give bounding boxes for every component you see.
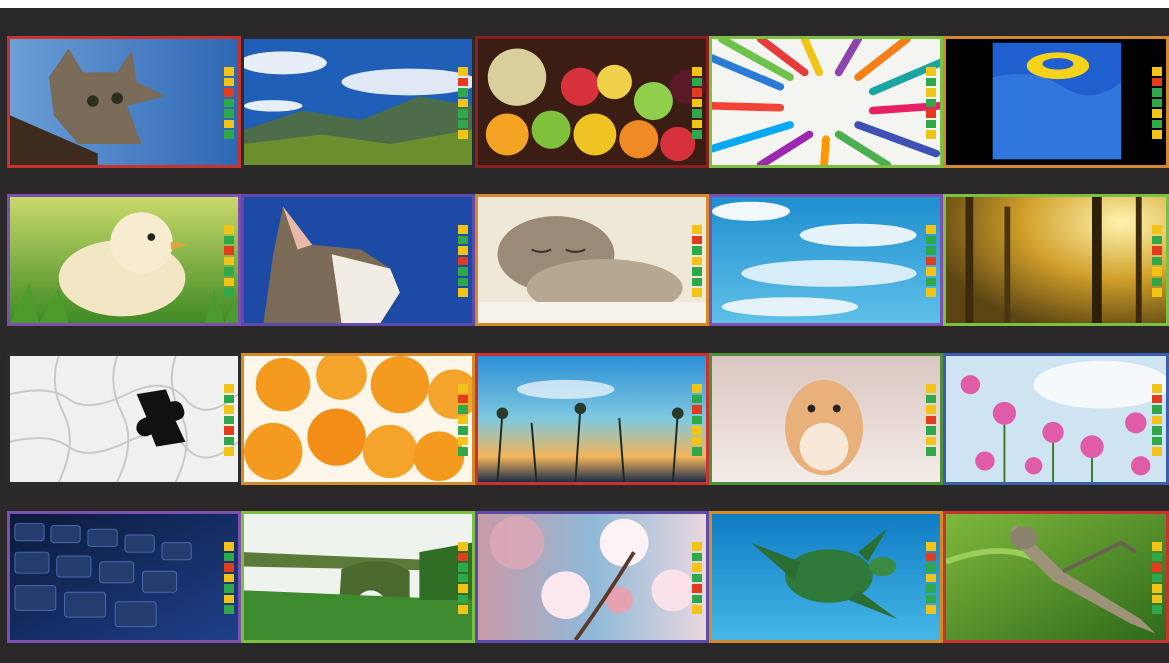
video-wall [0, 8, 1169, 663]
pencil-heart-image [712, 39, 940, 165]
grasshopper-image [946, 514, 1166, 640]
mountain-sky-image [244, 39, 472, 165]
level-meter [926, 225, 936, 298]
sunset-flowers-image [478, 356, 706, 482]
level-meter [1152, 384, 1162, 457]
tile-fruit-basket[interactable] [475, 36, 709, 168]
tile-cosmos-flowers[interactable] [943, 353, 1169, 485]
tile-keyboard[interactable] [7, 511, 241, 643]
tile-forest-sunlight[interactable] [943, 194, 1169, 326]
level-meter [224, 225, 234, 298]
level-meter [692, 225, 702, 298]
level-meter [458, 225, 468, 298]
tabby-cat-image [244, 197, 472, 323]
tile-blue-sky-clouds[interactable] [709, 194, 943, 326]
pool-float-image [946, 39, 1166, 165]
level-meter [692, 384, 702, 457]
level-meter [926, 542, 936, 615]
level-meter [926, 67, 936, 140]
level-meter [458, 67, 468, 140]
level-meter [926, 384, 936, 457]
level-meter [458, 384, 468, 457]
tile-sea-turtle[interactable] [709, 511, 943, 643]
sea-turtle-image [712, 514, 940, 640]
level-meter [224, 542, 234, 615]
cherry-blossoms-image [478, 514, 706, 640]
tile-oranges[interactable] [241, 353, 475, 485]
level-meter [692, 67, 702, 140]
tile-chick-in-grass[interactable] [7, 194, 241, 326]
level-meter [224, 67, 234, 140]
cat-on-branch-image [10, 39, 238, 165]
tile-cat-on-branch[interactable] [7, 36, 241, 168]
bridge-greenery-image [244, 514, 472, 640]
hamster-image [712, 356, 940, 482]
tile-mountain-sky[interactable] [241, 36, 475, 168]
tile-sleeping-kitten[interactable] [475, 194, 709, 326]
tile-hamster[interactable] [709, 353, 943, 485]
puzzle-piece-image [10, 356, 238, 482]
cosmos-flowers-image [946, 356, 1166, 482]
fruit-basket-image [478, 39, 706, 165]
tile-bridge-greenery[interactable] [241, 511, 475, 643]
forest-sunlight-image [946, 197, 1166, 323]
tile-pencil-heart[interactable] [709, 36, 943, 168]
level-meter [1152, 67, 1162, 140]
chick-in-grass-image [10, 197, 238, 323]
level-meter [224, 384, 234, 457]
level-meter [1152, 542, 1162, 615]
blue-sky-clouds-image [712, 197, 940, 323]
tile-sunset-flowers[interactable] [475, 353, 709, 485]
tile-cherry-blossoms[interactable] [475, 511, 709, 643]
tile-puzzle-piece[interactable] [7, 353, 241, 485]
keyboard-image [10, 514, 238, 640]
tile-grasshopper[interactable] [943, 511, 1169, 643]
level-meter [458, 542, 468, 615]
level-meter [1152, 225, 1162, 298]
tile-tabby-cat[interactable] [241, 194, 475, 326]
tile-pool-float[interactable] [943, 36, 1169, 168]
oranges-image [244, 356, 472, 482]
level-meter [692, 542, 702, 615]
sleeping-kitten-image [478, 197, 706, 323]
